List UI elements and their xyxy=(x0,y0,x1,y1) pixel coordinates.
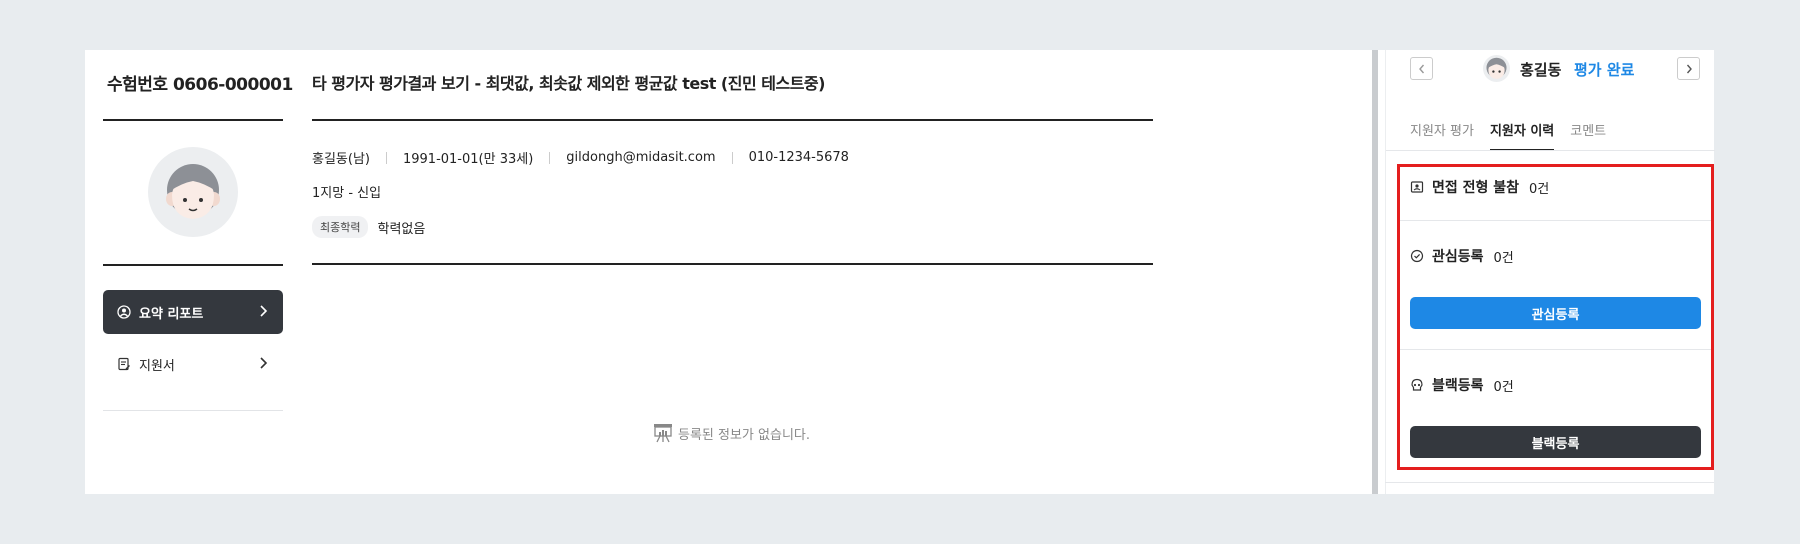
divider xyxy=(312,263,1153,265)
interest-register-button[interactable]: 관심등록 xyxy=(1410,297,1701,329)
blacklist-register-button[interactable]: 블랙등록 xyxy=(1410,426,1701,458)
interest-header: 관심등록 0건 xyxy=(1410,246,1514,266)
divider xyxy=(1385,482,1714,483)
right-panel: 홍길동 평가 완료 지원자 평가 지원자 이력 코멘트 면접 전형 불참 0건 xyxy=(1385,50,1715,494)
applicant-phone: 010-1234-5678 xyxy=(748,150,849,165)
blacklist-title: 블랙등록 xyxy=(1432,378,1484,394)
menu-item-summary-report[interactable]: 요약 리포트 xyxy=(103,290,283,334)
tab-applicant-history[interactable]: 지원자 이력 xyxy=(1489,120,1555,151)
divider xyxy=(103,410,283,411)
skull-icon xyxy=(1410,378,1424,392)
applicant-name: 홍길동(남) xyxy=(312,152,370,167)
applicant-birth: 1991-01-01(만 33세) xyxy=(402,152,534,167)
id-card-icon xyxy=(1410,180,1424,194)
prev-candidate-button[interactable] xyxy=(1410,57,1433,80)
divider xyxy=(103,119,283,121)
interview-absent-count: 0건 xyxy=(1529,181,1550,197)
menu-item-label: 요약 리포트 xyxy=(139,306,204,322)
interest-title: 관심등록 xyxy=(1432,249,1484,265)
tab-comment[interactable]: 코멘트 xyxy=(1570,120,1606,151)
menu-item-application[interactable]: 지원서 xyxy=(103,342,283,386)
document-edit-icon xyxy=(117,357,133,371)
education-info: 최종학력 학력없음 xyxy=(312,216,425,238)
interest-section: 관심등록 0건 관심등록 xyxy=(1386,221,1715,348)
evaluation-status: 평가 완료 xyxy=(1574,61,1635,79)
app-frame: 수험번호 0606-000001 요약 리포트 지원서 타 평가자 평가결과 보… xyxy=(85,50,1715,494)
scrollbar[interactable] xyxy=(1372,50,1378,494)
avatar xyxy=(1483,55,1510,82)
empty-state: 등록된 정보가 없습니다. xyxy=(652,422,810,444)
interest-count: 0건 xyxy=(1493,250,1514,266)
chevron-left-icon xyxy=(1418,64,1424,73)
divider xyxy=(312,119,1153,121)
check-circle-icon xyxy=(1410,249,1424,263)
candidate-name: 홍길동 xyxy=(1520,61,1562,79)
person-avatar-icon xyxy=(166,164,220,219)
user-circle-icon xyxy=(117,305,133,319)
avatar xyxy=(148,147,238,237)
tab-applicant-evaluation[interactable]: 지원자 평가 xyxy=(1410,120,1474,151)
applicant-info: 홍길동(남) 1991-01-01(만 33세) gildongh@midasi… xyxy=(312,148,849,167)
chevron-right-icon xyxy=(257,303,269,323)
tab-bar: 지원자 평가 지원자 이력 코멘트 xyxy=(1410,120,1606,151)
applicant-email: gildongh@midasit.com xyxy=(566,150,716,165)
empty-message: 등록된 정보가 없습니다. xyxy=(678,427,810,443)
separator xyxy=(549,151,551,164)
person-avatar-icon xyxy=(1486,57,1507,79)
left-sidebar: 수험번호 0606-000001 요약 리포트 지원서 xyxy=(103,50,293,494)
blacklist-section: 블랙등록 0건 블랙등록 xyxy=(1386,350,1715,480)
education-badge: 최종학력 xyxy=(312,216,369,238)
separator xyxy=(385,151,387,164)
divider xyxy=(103,264,283,266)
main-content: 타 평가자 평가결과 보기 - 최댓값, 최솟값 제외한 평균값 test (진… xyxy=(312,50,1155,494)
application-preference: 1지망 - 신입 xyxy=(312,186,382,201)
education-value: 학력없음 xyxy=(377,221,426,237)
page-title: 타 평가자 평가결과 보기 - 최댓값, 최솟값 제외한 평균값 test (진… xyxy=(312,74,825,93)
chevron-right-icon xyxy=(1686,64,1692,73)
presentation-board-icon xyxy=(652,422,674,444)
interview-absent-title: 면접 전형 불참 xyxy=(1432,180,1520,196)
exam-number: 수험번호 0606-000001 xyxy=(107,75,293,95)
blacklist-count: 0건 xyxy=(1493,379,1514,395)
next-candidate-button[interactable] xyxy=(1677,57,1700,80)
blacklist-header: 블랙등록 0건 xyxy=(1410,375,1514,395)
menu-item-label: 지원서 xyxy=(139,358,175,374)
interview-absent-header: 면접 전형 불참 0건 xyxy=(1410,177,1549,197)
chevron-right-icon xyxy=(257,355,269,375)
separator xyxy=(731,151,733,164)
